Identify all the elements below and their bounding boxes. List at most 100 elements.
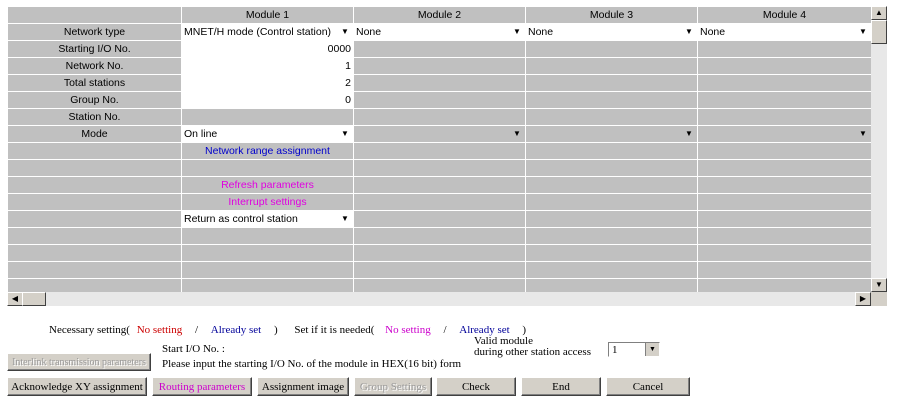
row-header: Network No. (7, 57, 182, 75)
grid-dropdown-cell[interactable]: None ▼ (525, 23, 698, 41)
grid-dropdown-cell[interactable]: MNET/H mode (Control station) ▼ (181, 23, 354, 41)
grid-input-cell[interactable]: 2 (181, 74, 354, 92)
valid-module-select[interactable]: 1 ▼ (608, 342, 660, 357)
row-header (7, 176, 182, 194)
grid-cell (353, 176, 526, 194)
valid-module-value: 1 (612, 344, 618, 356)
grid-dropdown-cell[interactable]: None ▼ (353, 23, 526, 41)
acknowledge-xy-assignment-button[interactable]: Acknowledge XY assignment (7, 377, 147, 396)
grid-cell (181, 261, 354, 279)
row-header: Station No. (7, 108, 182, 126)
grid-dropdown-cell[interactable]: Return as control station ▼ (181, 210, 354, 228)
end-button[interactable]: End (521, 377, 601, 396)
dropdown[interactable]: None ▼ (356, 25, 523, 39)
chevron-down-icon[interactable]: ▼ (339, 25, 351, 39)
down-arrow-icon[interactable]: ▼ (871, 278, 887, 292)
grid-cell (353, 244, 526, 262)
grid-cell (181, 227, 354, 245)
legend-slash: / (194, 324, 199, 336)
row-header: Group No. (7, 91, 182, 109)
grid-cell (525, 142, 698, 160)
chevron-down-icon[interactable]: ▼ (339, 212, 351, 226)
left-arrow-icon[interactable]: ◀ (7, 292, 23, 306)
grid-cell (697, 108, 871, 126)
grid-cell (697, 193, 871, 211)
dropdown-value: MNET/H mode (Control station) (184, 26, 332, 38)
grid-cell (353, 227, 526, 245)
grid-dropdown-cell[interactable]: ▼ (697, 125, 871, 143)
interlink-transmission-parameters-button[interactable]: Interlink transmission parameters (7, 353, 151, 371)
chevron-down-icon[interactable]: ▼ (683, 127, 695, 141)
grid-row: Network range assignment (7, 142, 871, 160)
right-arrow-icon[interactable]: ▶ (855, 292, 871, 306)
check-button[interactable]: Check (436, 377, 516, 396)
dropdown[interactable]: ▼ (528, 127, 695, 141)
grid-dropdown-cell[interactable]: ▼ (353, 125, 526, 143)
network-range-assignment-link[interactable]: Network range assignment (181, 142, 354, 160)
dropdown[interactable]: ▼ (356, 127, 523, 141)
legend-necessary-prefix: Necessary setting( (49, 324, 130, 336)
grid-dropdown-cell[interactable]: On line ▼ (181, 125, 354, 143)
grid-input-cell[interactable]: 0 (181, 91, 354, 109)
grid-cell (353, 57, 526, 75)
chevron-down-icon[interactable]: ▼ (511, 25, 523, 39)
cancel-button[interactable]: Cancel (606, 377, 690, 396)
row-header: Starting I/O No. (7, 40, 182, 58)
assignment-image-button[interactable]: Assignment image (257, 377, 349, 396)
dropdown[interactable]: None ▼ (700, 25, 869, 39)
grid-row: Group No. 0 (7, 91, 871, 109)
up-arrow-icon[interactable]: ▲ (871, 6, 887, 20)
legend-close: ) (273, 324, 278, 336)
grid-dropdown-cell[interactable]: None ▼ (697, 23, 871, 41)
grid-cell (525, 40, 698, 58)
grid-cell (181, 278, 354, 292)
chevron-down-icon[interactable]: ▼ (683, 25, 695, 39)
grid-cell (525, 193, 698, 211)
row-header (7, 142, 182, 160)
chevron-down-icon[interactable]: ▼ (339, 127, 351, 141)
grid-row (7, 227, 871, 245)
column-header-module-1: Module 1 (181, 6, 354, 24)
grid-cell (353, 193, 526, 211)
row-header (7, 244, 182, 262)
dropdown[interactable]: On line ▼ (184, 127, 351, 141)
vertical-scroll-thumb[interactable] (871, 20, 887, 44)
routing-parameters-button[interactable]: Routing parameters (152, 377, 252, 396)
scrollbar-corner (871, 292, 887, 306)
row-header: Mode (7, 125, 182, 143)
grid-cell (181, 244, 354, 262)
input-instruction: Please input the starting I/O No. of the… (162, 358, 462, 370)
dropdown[interactable]: None ▼ (528, 25, 695, 39)
row-header: Network type (7, 23, 182, 41)
grid-cell (697, 91, 871, 109)
grid-input-cell[interactable]: 0000 (181, 40, 354, 58)
dropdown[interactable]: Return as control station ▼ (184, 212, 351, 226)
dropdown[interactable]: ▼ (700, 127, 869, 141)
dropdown[interactable]: MNET/H mode (Control station) ▼ (184, 25, 351, 39)
grid-cell (697, 244, 871, 262)
grid-cell (353, 74, 526, 92)
parameter-table: Module 1 Module 2 Module 3 Module 4 Netw… (7, 6, 871, 292)
interrupt-settings-link[interactable]: Interrupt settings (181, 193, 354, 211)
chevron-down-icon[interactable]: ▼ (645, 343, 659, 356)
vertical-scrollbar[interactable]: ▲ ▼ (871, 6, 887, 292)
grid-cell (525, 74, 698, 92)
legend-if-needed-prefix: Set if it is needed( (294, 324, 375, 336)
grid-dropdown-cell[interactable]: ▼ (525, 125, 698, 143)
grid-cell (697, 210, 871, 228)
grid-row: Station No. (7, 108, 871, 126)
chevron-down-icon[interactable]: ▼ (511, 127, 523, 141)
refresh-parameters-link[interactable]: Refresh parameters (181, 176, 354, 194)
group-settings-button[interactable]: Group Settings (354, 377, 432, 396)
grid-cell (697, 227, 871, 245)
grid-input-cell[interactable]: 1 (181, 57, 354, 75)
row-header (7, 193, 182, 211)
horizontal-scroll-thumb[interactable] (22, 292, 46, 306)
legend-optional-no-setting: No setting (385, 324, 431, 336)
chevron-down-icon[interactable]: ▼ (857, 127, 869, 141)
grid-row: Return as control station ▼ (7, 210, 871, 228)
horizontal-scrollbar[interactable]: ◀ ▶ (7, 292, 871, 306)
grid-row: Network type MNET/H mode (Control station… (7, 23, 871, 41)
chevron-down-icon[interactable]: ▼ (857, 25, 869, 39)
grid-cell (525, 244, 698, 262)
